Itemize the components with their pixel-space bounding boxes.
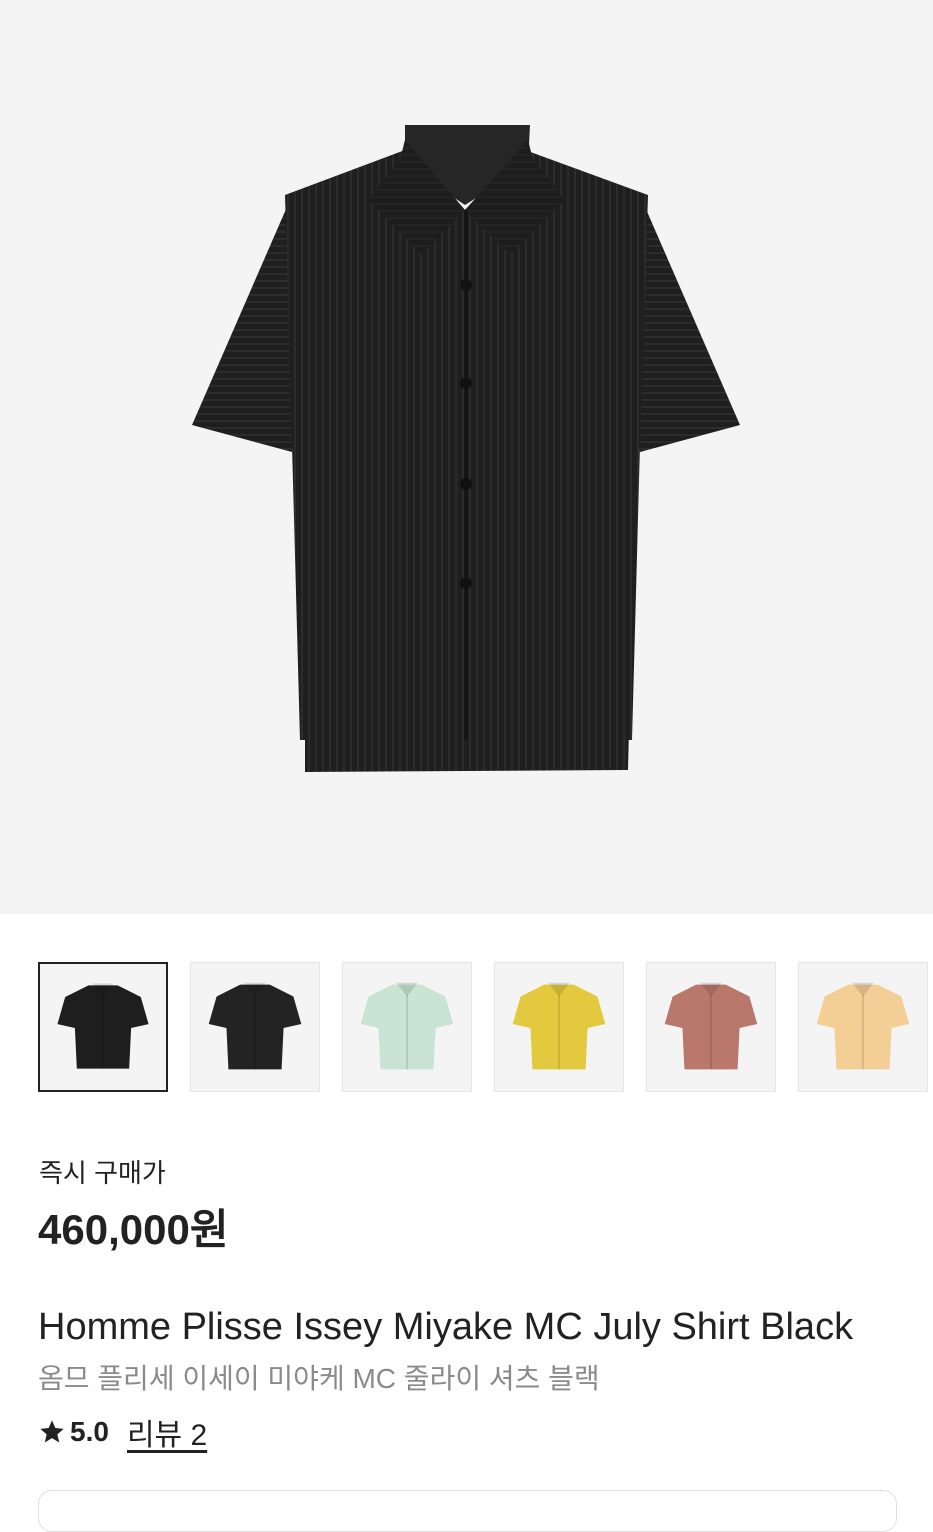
price-value: 460,000원 — [38, 1206, 229, 1253]
shirt-thumbnail-icon — [816, 982, 910, 1070]
review-link[interactable]: 리뷰 2 — [127, 1410, 207, 1454]
rating-row: 5.0 리뷰 2 — [38, 1412, 207, 1452]
star-icon — [40, 1420, 64, 1443]
shirt-thumbnail-icon — [360, 982, 454, 1070]
shirt-thumbnail-icon — [512, 982, 606, 1070]
thumbnail-gallery — [38, 962, 933, 1094]
product-name-ko: 옴므 플리세 이세이 미야케 MC 줄라이 셔츠 블랙 — [38, 1363, 600, 1394]
thumbnail-3[interactable] — [342, 962, 472, 1092]
shirt-thumbnail-icon — [57, 983, 149, 1069]
thumbnail-5[interactable] — [646, 962, 776, 1092]
bottom-option-box[interactable] — [38, 1490, 897, 1532]
product-name-en: Homme Plisse Issey Miyake MC July Shirt … — [38, 1306, 854, 1348]
thumbnail-4[interactable] — [494, 962, 624, 1092]
rating-value: 5.0 — [70, 1416, 109, 1447]
thumbnail-6[interactable] — [798, 962, 928, 1092]
shirt-image — [192, 125, 740, 772]
shirt-thumbnail-icon — [664, 982, 758, 1070]
product-main-image[interactable] — [0, 0, 933, 914]
thumbnail-2[interactable] — [190, 962, 320, 1092]
price-label: 즉시 구매가 — [39, 1158, 166, 1188]
thumbnail-1[interactable] — [38, 962, 168, 1092]
shirt-thumbnail-icon — [208, 982, 302, 1070]
